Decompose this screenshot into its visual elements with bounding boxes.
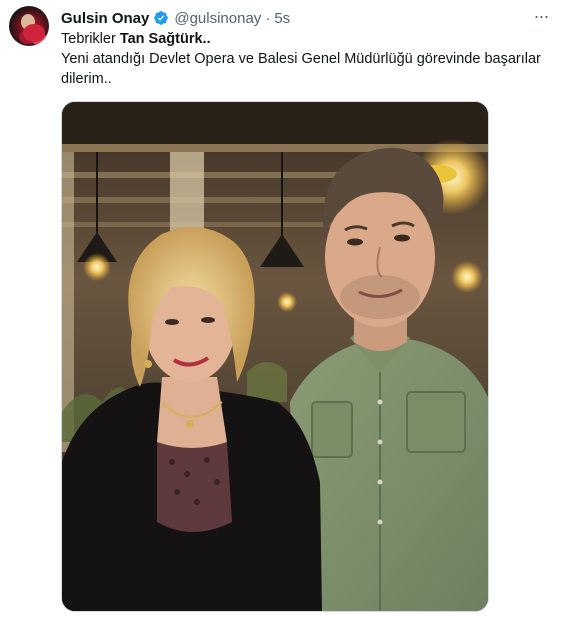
verified-badge-icon xyxy=(153,10,169,26)
more-options-icon[interactable]: ··· xyxy=(530,7,552,28)
author-avatar[interactable] xyxy=(9,6,49,46)
tweet-text-line2: Yeni atandığı Devlet Opera ve Balesi Gen… xyxy=(61,51,541,87)
text-prefix: Tebrikler xyxy=(61,31,120,47)
avatar-roses xyxy=(23,24,45,42)
separator-dot: · xyxy=(265,9,271,27)
text-suffix: .. xyxy=(202,31,211,47)
mentioned-name: Tan Sağtürk xyxy=(119,31,203,47)
author-handle[interactable]: @gulsinonay xyxy=(174,10,261,27)
tweet-timestamp[interactable]: 5s xyxy=(274,10,290,27)
photo-illustration xyxy=(62,102,488,611)
tweet-text: Tebrikler Tan Sağtürk.. Yeni atandığı De… xyxy=(61,29,556,89)
tweet-photo[interactable] xyxy=(61,101,489,612)
tweet-text-line1: Tebrikler Tan Sağtürk.. xyxy=(61,29,556,49)
author-name[interactable]: Gulsin Onay xyxy=(61,10,149,27)
tweet-header: Gulsin Onay @gulsinonay · 5s ··· xyxy=(61,7,556,28)
